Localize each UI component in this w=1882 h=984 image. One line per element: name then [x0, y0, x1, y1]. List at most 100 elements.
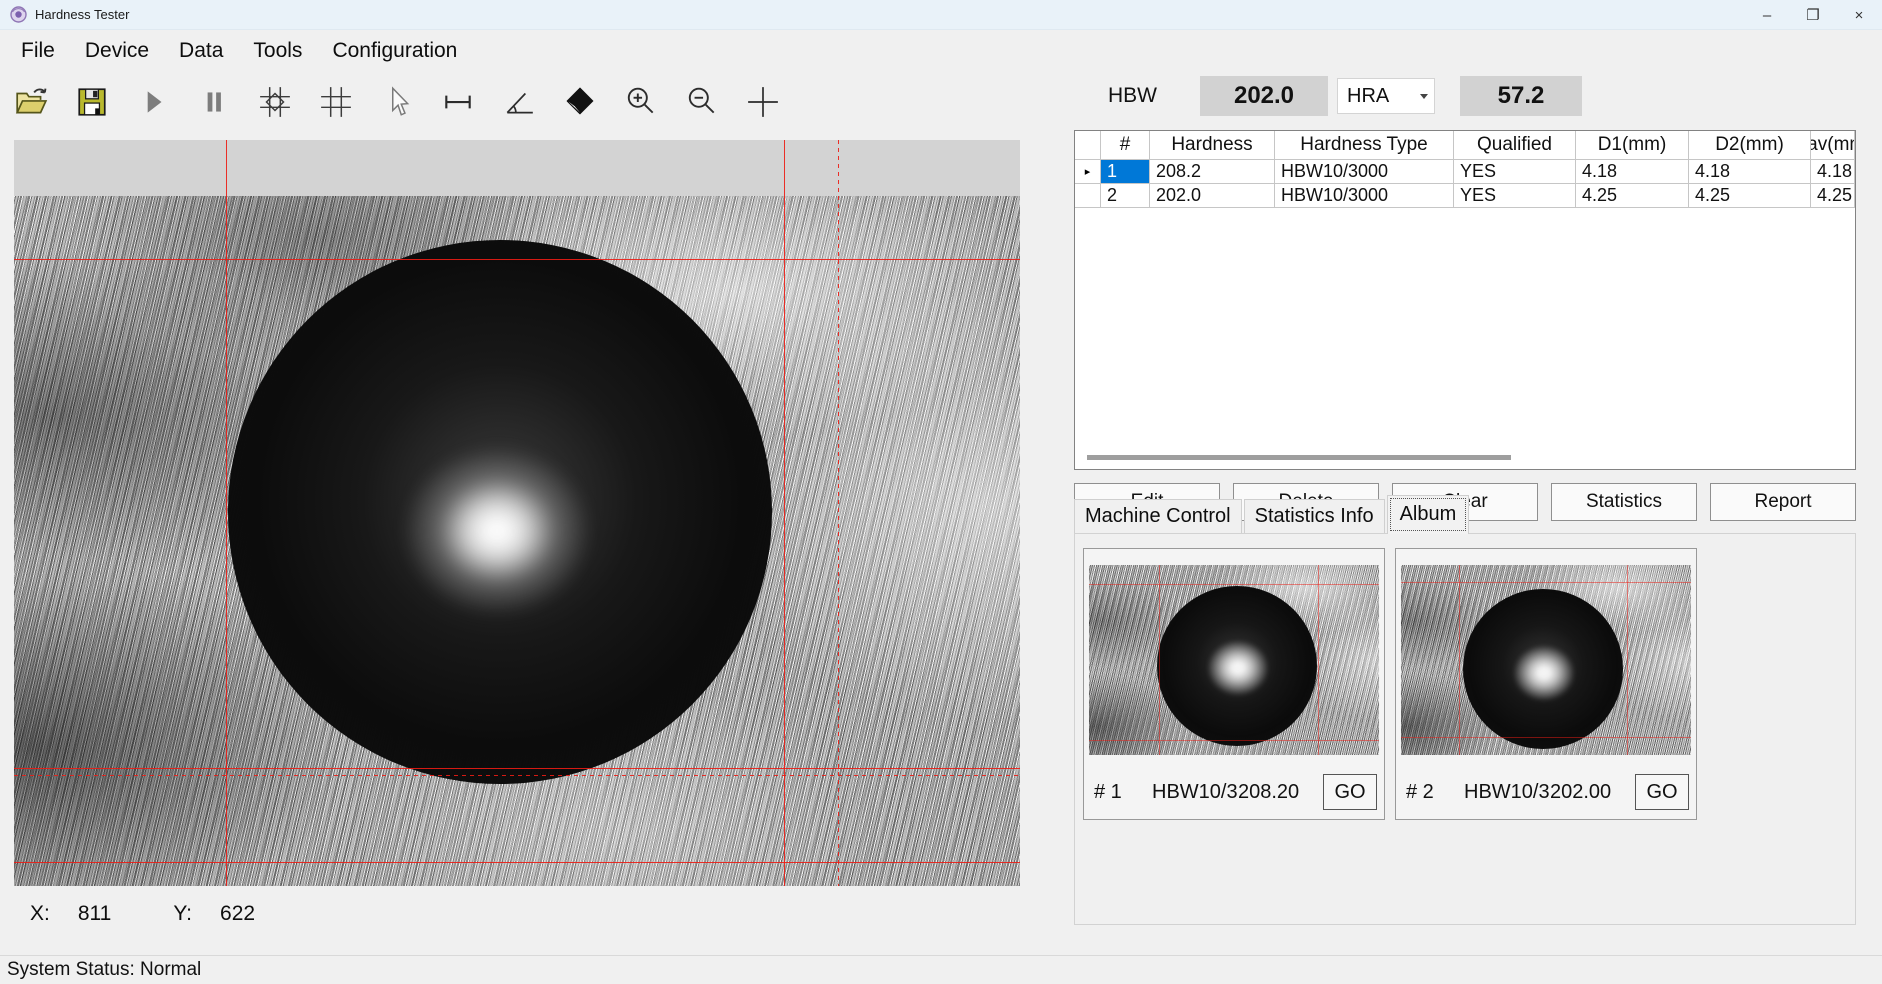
header-selector: [1075, 131, 1101, 160]
horizontal-measure-icon[interactable]: [435, 79, 481, 125]
close-button[interactable]: ×: [1836, 0, 1882, 30]
album-caption: # 2 HBW10/3000 202.00 GO: [1406, 772, 1689, 812]
window-title: Hardness Tester: [35, 7, 129, 22]
crosshair-hline-bottom[interactable]: [14, 768, 1020, 769]
header-qualified[interactable]: Qualified: [1454, 131, 1576, 160]
menu-tools[interactable]: Tools: [238, 35, 317, 67]
header-d2[interactable]: D2(mm): [1689, 131, 1811, 160]
header-dav[interactable]: Dav(mm): [1811, 131, 1855, 160]
tabstrip: Machine Control Statistics Info Album: [1074, 500, 1471, 534]
results-table: # Hardness Hardness Type Qualified D1(mm…: [1074, 130, 1856, 470]
zoom-out-icon[interactable]: [679, 79, 725, 125]
indentation-highlight: [402, 446, 592, 616]
menu-file[interactable]: File: [6, 35, 70, 67]
header-num[interactable]: #: [1101, 131, 1150, 160]
crosshair-vline: [1627, 565, 1628, 755]
header-hardness[interactable]: Hardness: [1150, 131, 1275, 160]
zoom-in-icon[interactable]: [618, 79, 664, 125]
tab-statistics-info[interactable]: Statistics Info: [1244, 499, 1385, 534]
crosshair-icon[interactable]: [740, 79, 786, 125]
crosshair-vline-right[interactable]: [784, 140, 785, 886]
crosshair-vline-right-dashed[interactable]: [838, 140, 839, 886]
app-logo-icon: [10, 6, 27, 23]
report-button[interactable]: Report: [1710, 483, 1856, 521]
cell-d2[interactable]: 4.25: [1689, 184, 1811, 208]
cell-hardness-type[interactable]: HBW10/3000: [1275, 184, 1454, 208]
go-button[interactable]: GO: [1323, 774, 1377, 810]
horizontal-scrollbar[interactable]: [1087, 455, 1511, 460]
crosshair-hline-lower[interactable]: [14, 862, 1020, 863]
cell-dav[interactable]: 4.25: [1811, 184, 1855, 208]
crosshair-hline: [1401, 737, 1691, 738]
open-file-icon[interactable]: [8, 79, 54, 125]
statistics-button[interactable]: Statistics: [1551, 483, 1697, 521]
x-value: 811: [78, 902, 111, 926]
conversion-scale-dropdown[interactable]: HRA: [1337, 78, 1435, 114]
crosshair-hline-top[interactable]: [14, 259, 1020, 260]
cell-num[interactable]: 2: [1101, 184, 1150, 208]
cursor-position-readout: X: 811 Y: 622: [30, 902, 317, 926]
table-row[interactable]: ▸ 1 208.2 HBW10/3000 YES 4.18 4.18 4.18: [1075, 160, 1855, 184]
conversion-scale-value: HRA: [1347, 85, 1389, 108]
angle-measure-icon[interactable]: [496, 79, 542, 125]
statusbar: System Status: Normal: [0, 955, 1882, 984]
row-selector: [1075, 184, 1101, 208]
cell-hardness[interactable]: 202.0: [1150, 184, 1275, 208]
table-header-row: # Hardness Hardness Type Qualified D1(mm…: [1075, 131, 1855, 160]
crosshair-hline: [1089, 584, 1379, 585]
crosshair-vline: [1318, 565, 1319, 755]
pointer-icon[interactable]: [374, 79, 420, 125]
tab-album[interactable]: Album: [1387, 495, 1470, 534]
indentation-highlight: [1207, 640, 1269, 696]
maximize-button[interactable]: ❐: [1790, 0, 1836, 30]
header-hardness-type[interactable]: Hardness Type: [1275, 131, 1454, 160]
album-item[interactable]: # 1 HBW10/3000 208.20 GO: [1083, 548, 1385, 820]
tab-machine-control[interactable]: Machine Control: [1074, 499, 1242, 534]
y-value: 622: [220, 902, 255, 926]
cell-hardness-type[interactable]: HBW10/3000: [1275, 160, 1454, 184]
album-hardness-value: 208.20: [1238, 781, 1299, 804]
cell-num[interactable]: 1: [1101, 160, 1150, 184]
album-thumbnail-image[interactable]: [1089, 565, 1379, 755]
specimen-image[interactable]: [14, 196, 1020, 886]
specimen-image-panel: [14, 140, 1020, 886]
system-status-text: System Status: Normal: [7, 959, 201, 981]
menubar: File Device Data Tools Configuration: [0, 31, 1882, 71]
reticle-grid-icon[interactable]: [252, 79, 298, 125]
cell-qualified[interactable]: YES: [1454, 160, 1576, 184]
hardness-tester-window: Hardness Tester – ❐ × File Device Data T…: [0, 0, 1882, 984]
cell-hardness[interactable]: 208.2: [1150, 160, 1275, 184]
chevron-down-icon: [1420, 94, 1428, 99]
crosshair-vline: [1159, 565, 1160, 755]
cell-d1[interactable]: 4.18: [1576, 160, 1689, 184]
menu-configuration[interactable]: Configuration: [317, 35, 472, 67]
menu-device[interactable]: Device: [70, 35, 164, 67]
pause-icon[interactable]: [191, 79, 237, 125]
album-caption: # 1 HBW10/3000 208.20 GO: [1094, 772, 1377, 812]
converted-hardness-value: 57.2: [1460, 76, 1582, 116]
header-d1[interactable]: D1(mm): [1576, 131, 1689, 160]
album-hardness-type: HBW10/3000: [1152, 781, 1238, 804]
cell-dav[interactable]: 4.18: [1811, 160, 1855, 184]
go-button[interactable]: GO: [1635, 774, 1689, 810]
minimize-button[interactable]: –: [1744, 0, 1790, 30]
run-icon[interactable]: [130, 79, 176, 125]
eraser-icon[interactable]: [557, 79, 603, 125]
cell-d2[interactable]: 4.18: [1689, 160, 1811, 184]
titlebar: Hardness Tester – ❐ ×: [0, 0, 1882, 30]
crosshair-hline-bottom-dashed[interactable]: [14, 775, 1020, 776]
table-row[interactable]: 2 202.0 HBW10/3000 YES 4.25 4.25 4.25: [1075, 184, 1855, 208]
menu-data[interactable]: Data: [164, 35, 238, 67]
crosshair-vline-left[interactable]: [226, 140, 227, 886]
album-item[interactable]: # 2 HBW10/3000 202.00 GO: [1395, 548, 1697, 820]
album-hardness-value: 202.00: [1550, 781, 1611, 804]
primary-scale-label: HBW: [1108, 84, 1157, 108]
cell-qualified[interactable]: YES: [1454, 184, 1576, 208]
album-hardness-type: HBW10/3000: [1464, 781, 1550, 804]
crosshair-vline: [1459, 565, 1460, 755]
grid-icon[interactable]: [313, 79, 359, 125]
save-icon[interactable]: [69, 79, 115, 125]
row-selector-icon: ▸: [1075, 160, 1101, 184]
cell-d1[interactable]: 4.25: [1576, 184, 1689, 208]
album-thumbnail-image[interactable]: [1401, 565, 1691, 755]
